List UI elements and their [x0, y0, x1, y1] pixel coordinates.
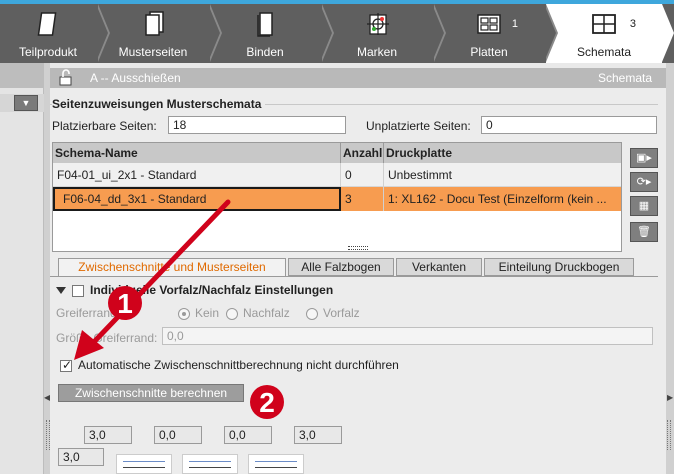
table-row-selected[interactable]: F06-04_dd_3x1 - Standard 3 1: XL162 - Do…: [53, 187, 621, 211]
settings-header[interactable]: Individuelle Vorfalz/Nachfalz Einstellun…: [52, 283, 333, 297]
section-title: Seitenzuweisungen Musterschemata: [52, 97, 266, 111]
grid-icon[interactable]: ▦: [630, 196, 658, 216]
gap-field-1[interactable]: 3,0: [84, 426, 132, 444]
schema-grid-icon: [592, 14, 616, 34]
radio-vorfalz[interactable]: Vorfalz: [306, 306, 360, 320]
gripper-size-label: Größe Greiferrand:: [56, 331, 158, 345]
gap-field-left[interactable]: 3,0: [58, 448, 104, 466]
gap-field-4[interactable]: 3,0: [294, 426, 342, 444]
unplaced-pages-field[interactable]: 0: [481, 116, 657, 134]
gap-field-3[interactable]: 0,0: [224, 426, 272, 444]
radio-nachfalz[interactable]: Nachfalz: [226, 306, 290, 320]
gripper-size-field[interactable]: 0,0: [162, 327, 653, 345]
radio-indicator: [226, 307, 238, 320]
collapse-triangle-icon[interactable]: [56, 287, 66, 295]
workflow-tabbar: Teilprodukt Musterseiten Binden Marken 1…: [0, 0, 674, 63]
trash-icon[interactable]: 🗑: [630, 222, 658, 242]
plate-icon: [477, 14, 501, 34]
tab-binden[interactable]: Binden: [210, 4, 334, 63]
column-header-name[interactable]: Schema-Name: [53, 143, 341, 163]
page-preview: [116, 454, 172, 474]
gap-field-2[interactable]: 0,0: [154, 426, 202, 444]
binding-icon: [257, 12, 273, 37]
tab-schemata[interactable]: 3 Schemata: [546, 4, 674, 63]
imposition-panel: A -- Ausschießen Schemata Seitenzuweisun…: [50, 68, 666, 474]
registration-mark-icon: [367, 13, 389, 35]
table-resize-handle[interactable]: [348, 246, 368, 250]
left-side-panel: ▼: [0, 63, 44, 474]
left-panel-row: ▼: [0, 94, 44, 112]
splitter-dots: [667, 420, 671, 450]
pages-stack-icon: [145, 11, 164, 36]
radio-kein[interactable]: Kein: [178, 306, 219, 320]
tab-zwischenschnitte[interactable]: Zwischenschnitte und Musterseiten: [58, 258, 286, 276]
tab-marken[interactable]: Marken: [322, 4, 446, 63]
panel-title: A -- Ausschießen: [90, 71, 181, 85]
panel-context-label: Schemata: [597, 71, 652, 85]
radio-indicator: [178, 307, 190, 320]
unplaced-pages-label: Unplatzierte Seiten:: [366, 119, 471, 133]
auto-gap-checkbox[interactable]: [60, 358, 72, 372]
column-header-count[interactable]: Anzahl: [341, 143, 384, 163]
gripper-label: Greiferrand:: [56, 306, 121, 320]
arrow-right-icon[interactable]: ▶: [667, 393, 673, 402]
radio-indicator: [306, 307, 318, 320]
tab-teilprodukt[interactable]: Teilprodukt: [0, 4, 110, 63]
lock-open-icon[interactable]: [58, 69, 74, 86]
placeable-pages-field[interactable]: 18: [168, 116, 346, 134]
left-panel-header: [0, 63, 43, 88]
table-header: Schema-Name Anzahl Druckplatte: [53, 143, 621, 163]
placeable-pages-label: Platzierbare Seiten:: [52, 119, 157, 133]
page-preview: [248, 454, 304, 474]
schema-table: Schema-Name Anzahl Druckplatte F04-01_ui…: [52, 142, 622, 252]
document-icon: [37, 12, 57, 36]
monitor-icon[interactable]: ▣▸: [630, 148, 658, 168]
column-header-plate[interactable]: Druckplatte: [384, 143, 621, 163]
right-splitter[interactable]: ▶: [666, 63, 674, 474]
tab-falzbogen[interactable]: Alle Falzbogen: [288, 258, 394, 276]
tab-count: 3: [629, 18, 636, 30]
tab-platten[interactable]: 1 Platten: [434, 4, 558, 63]
tab-einteilung[interactable]: Einteilung Druckbogen: [484, 258, 634, 276]
rotate-icon[interactable]: ⟳▸: [630, 172, 658, 192]
collapse-down-icon[interactable]: ▼: [14, 95, 38, 111]
table-row[interactable]: F04-01_ui_2x1 - Standard 0 Unbestimmt: [53, 163, 621, 187]
tab-verkanten[interactable]: Verkanten: [396, 258, 482, 276]
individual-settings-checkbox[interactable]: [72, 284, 84, 297]
lower-tabbar: Zwischenschnitte und Musterseiten Alle F…: [58, 258, 658, 276]
page-preview: [182, 454, 238, 474]
tab-divider: [50, 276, 658, 277]
tab-musterseiten[interactable]: Musterseiten: [98, 4, 222, 63]
calculate-gaps-button[interactable]: Zwischenschnitte berechnen: [58, 384, 244, 402]
panel-header: A -- Ausschießen Schemata: [50, 68, 666, 88]
tab-count: 1: [511, 18, 518, 30]
auto-gap-option[interactable]: Automatische Zwischenschnittberechnung n…: [60, 358, 399, 372]
